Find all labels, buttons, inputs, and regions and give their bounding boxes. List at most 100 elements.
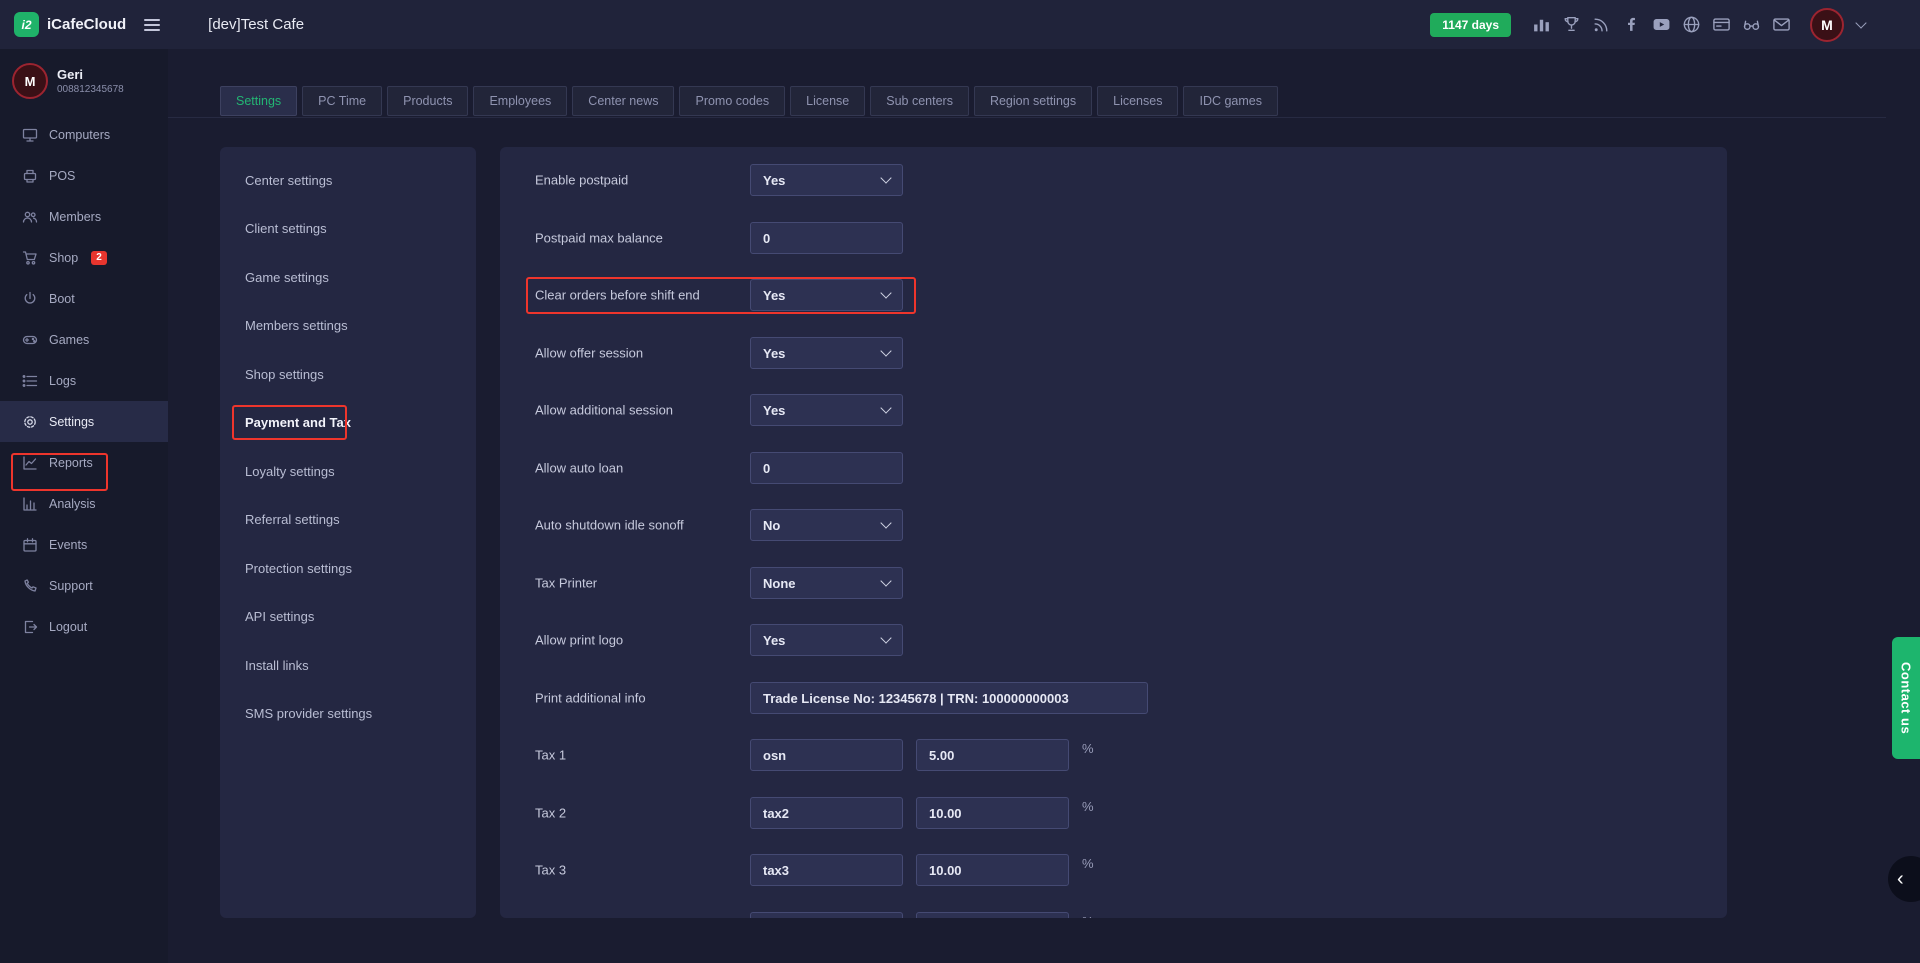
sidebar-item-label: Logs [49, 374, 76, 388]
chevron-down-icon [880, 287, 891, 298]
glasses-icon[interactable] [1742, 15, 1761, 34]
tax-1-name-input[interactable]: osn [750, 739, 903, 771]
form-label: Auto shutdown idle sonoff [535, 518, 684, 533]
select-value: Yes [763, 403, 785, 418]
trophy-icon[interactable] [1562, 15, 1581, 34]
sidebar-item-label: Games [49, 333, 89, 347]
tab-center-news[interactable]: Center news [572, 86, 674, 116]
print-additional-info-input[interactable]: Trade License No: 12345678 | TRN: 100000… [750, 682, 1148, 714]
sidebar-item-pos[interactable]: POS [0, 155, 168, 196]
card-icon[interactable] [1712, 15, 1731, 34]
sidebar-item-reports[interactable]: Reports [0, 442, 168, 483]
sidebar-item-shop[interactable]: Shop2 [0, 237, 168, 278]
sidebar-item-label: Events [49, 538, 87, 552]
settings-nav-item-api-settings[interactable]: API settings [220, 593, 476, 642]
tax-2-name-input[interactable]: tax2 [750, 797, 903, 829]
sidebar-item-logout[interactable]: Logout [0, 606, 168, 647]
sidebar-item-events[interactable]: Events [0, 524, 168, 565]
settings-nav-item-center-settings[interactable]: Center settings [220, 156, 476, 205]
sidebar-item-label: POS [49, 169, 75, 183]
chevron-down-icon [880, 632, 891, 643]
facebook-icon[interactable] [1622, 15, 1641, 34]
rss-icon[interactable] [1592, 15, 1611, 34]
tabs-divider [168, 117, 1886, 118]
tax-percent-input[interactable] [916, 912, 1069, 918]
settings-nav-panel: Center settingsClient settingsGame setti… [220, 147, 476, 918]
chevron-down-icon [880, 517, 891, 528]
allow-print-logo-select[interactable]: Yes [750, 624, 903, 656]
contact-us-button[interactable]: Contact us [1892, 637, 1920, 759]
form-label: Postpaid max balance [535, 231, 663, 246]
chevron-down-icon[interactable] [1855, 17, 1866, 28]
license-days-badge[interactable]: 1147 days [1430, 13, 1511, 37]
line-chart-icon [22, 455, 38, 471]
tab-employees[interactable]: Employees [473, 86, 567, 116]
enable-postpaid-select[interactable]: Yes [750, 164, 903, 196]
gear-icon [22, 414, 38, 430]
menu-toggle-icon[interactable] [140, 15, 164, 35]
tab-licenses[interactable]: Licenses [1097, 86, 1178, 116]
form-row-postpaid-max-balance: Postpaid max balance 0 [500, 222, 1727, 254]
settings-nav-item-members-settings[interactable]: Members settings [220, 302, 476, 351]
sidebar-item-members[interactable]: Members [0, 196, 168, 237]
chevron-down-icon [880, 172, 891, 183]
settings-nav-item-sms-provider-settings[interactable]: SMS provider settings [220, 690, 476, 739]
settings-nav-item-payment-and-tax[interactable]: Payment and Tax [220, 399, 476, 448]
settings-nav-item-game-settings[interactable]: Game settings [220, 253, 476, 302]
tab-license[interactable]: License [790, 86, 865, 116]
allow-additional-session-select[interactable]: Yes [750, 394, 903, 426]
bar-chart-icon[interactable] [1532, 15, 1551, 34]
allow-offer-session-select[interactable]: Yes [750, 337, 903, 369]
settings-nav-item-referral-settings[interactable]: Referral settings [220, 496, 476, 545]
settings-nav-item-install-links[interactable]: Install links [220, 641, 476, 690]
form-label: Allow offer session [535, 346, 643, 361]
clear-orders-before-shift-end-select[interactable]: Yes [750, 279, 903, 311]
sidebar-item-support[interactable]: Support [0, 565, 168, 606]
tab-settings[interactable]: Settings [220, 86, 297, 116]
tax-2-percent-input[interactable]: 10.00 [916, 797, 1069, 829]
tax-name-input[interactable] [750, 912, 903, 918]
tax-printer-select[interactable]: None [750, 567, 903, 599]
sidebar-item-settings[interactable]: Settings [0, 401, 168, 442]
select-value: Yes [763, 633, 785, 648]
settings-nav-item-protection-settings[interactable]: Protection settings [220, 544, 476, 593]
settings-form-panel: Enable postpaidYesPostpaid max balance0C… [500, 147, 1727, 918]
youtube-icon[interactable] [1652, 15, 1671, 34]
tax-1-percent-input[interactable]: 5.00 [916, 739, 1069, 771]
user-id: 008812345678 [57, 83, 124, 96]
tax-3-name-input[interactable]: tax3 [750, 854, 903, 886]
sidebar: M Geri 008812345678 ComputersPOSMembersS… [0, 49, 168, 963]
sidebar-item-label: Analysis [49, 497, 96, 511]
tab-pc-time[interactable]: PC Time [302, 86, 382, 116]
form-row-tax-1: Tax 1osn5.00% [500, 739, 1727, 771]
tax-3-percent-input[interactable]: 10.00 [916, 854, 1069, 886]
sidebar-item-analysis[interactable]: Analysis [0, 483, 168, 524]
auto-shutdown-idle-sonoff-select[interactable]: No [750, 509, 903, 541]
mail-icon[interactable] [1772, 15, 1791, 34]
settings-nav-item-shop-settings[interactable]: Shop settings [220, 350, 476, 399]
sidebar-item-logs[interactable]: Logs [0, 360, 168, 401]
tab-promo-codes[interactable]: Promo codes [679, 86, 785, 116]
form-row-allow-additional-session: Allow additional sessionYes [500, 394, 1727, 426]
form-row-clear-orders-before-shift-end: Clear orders before shift endYes [500, 279, 1727, 311]
tab-products[interactable]: Products [387, 86, 468, 116]
select-value: Yes [763, 346, 785, 361]
user-avatar[interactable]: M [1810, 8, 1844, 42]
globe-icon[interactable] [1682, 15, 1701, 34]
sidebar-item-label: Settings [49, 415, 94, 429]
postpaid-max-balance-input[interactable]: 0 [750, 222, 903, 254]
sidebar-item-games[interactable]: Games [0, 319, 168, 360]
form-label: Tax 2 [535, 806, 566, 821]
cart-icon [22, 250, 38, 266]
tab-idc-games[interactable]: IDC games [1183, 86, 1278, 116]
tab-sub-centers[interactable]: Sub centers [870, 86, 969, 116]
avatar-letter: M [25, 74, 36, 89]
sidebar-item-boot[interactable]: Boot [0, 278, 168, 319]
settings-nav-item-loyalty-settings[interactable]: Loyalty settings [220, 447, 476, 496]
percent-suffix: % [1082, 914, 1094, 918]
settings-nav-item-client-settings[interactable]: Client settings [220, 205, 476, 254]
tab-region-settings[interactable]: Region settings [974, 86, 1092, 116]
allow-auto-loan-input[interactable]: 0 [750, 452, 903, 484]
chat-widget-toggle[interactable]: ‹ [1888, 856, 1920, 902]
sidebar-item-computers[interactable]: Computers [0, 114, 168, 155]
